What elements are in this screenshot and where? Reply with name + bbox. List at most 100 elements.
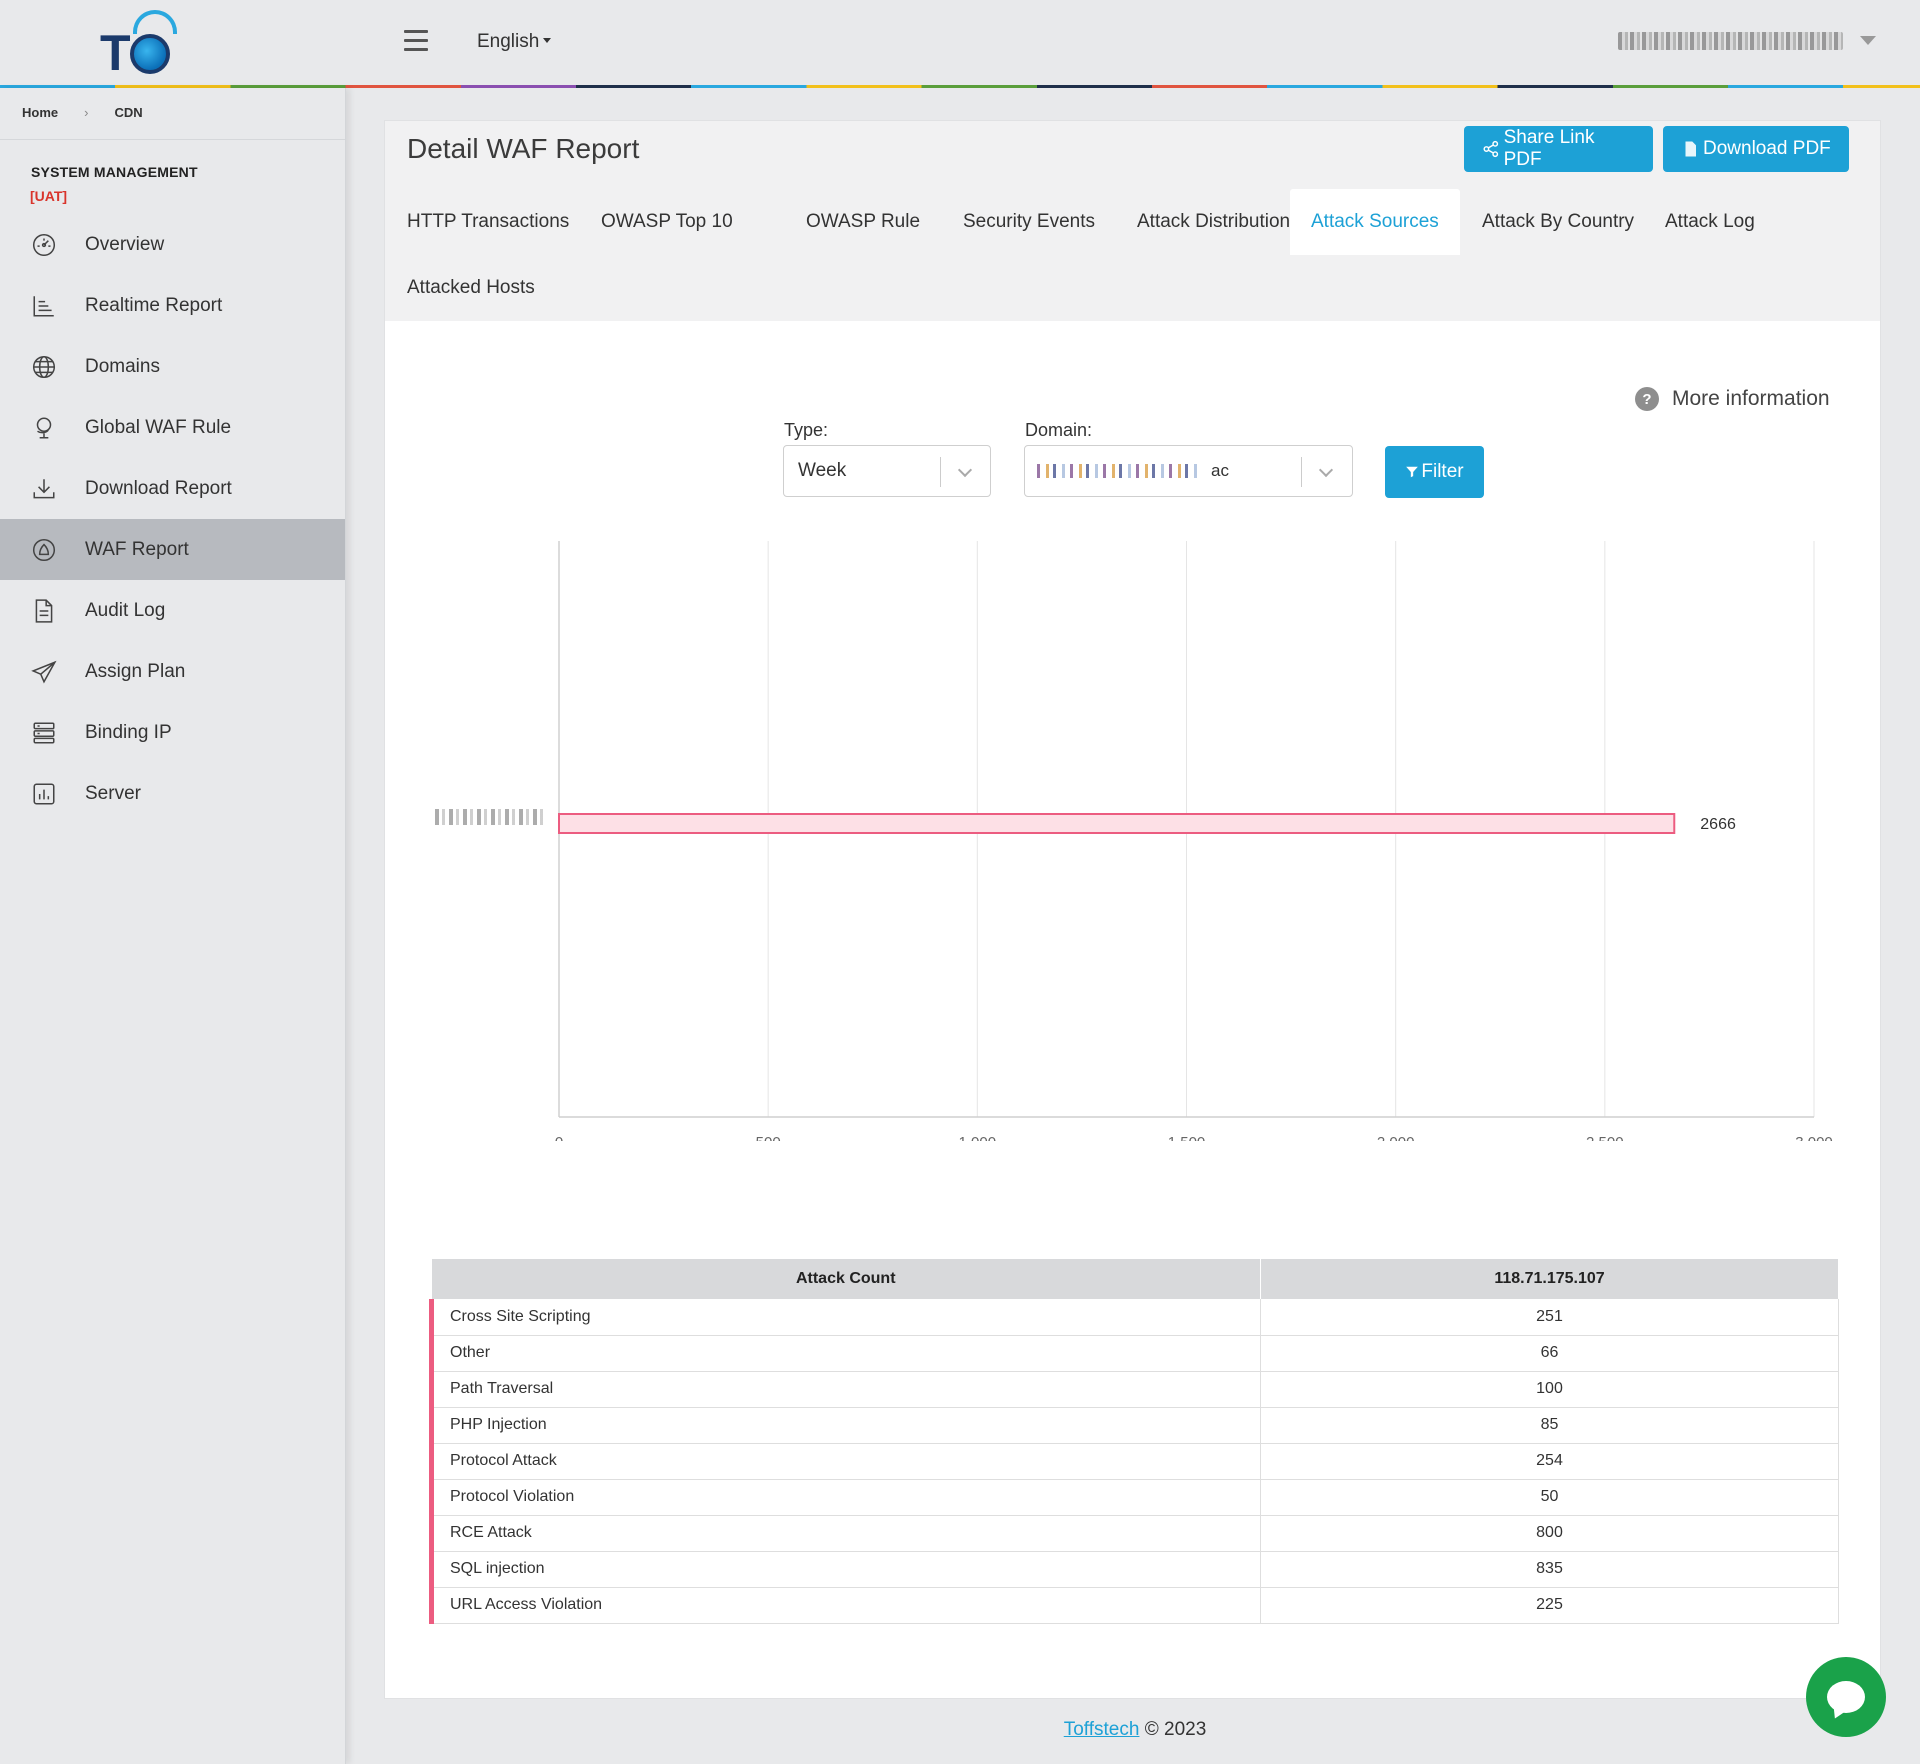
tab-http-transactions[interactable]: HTTP Transactions bbox=[386, 189, 590, 255]
chat-widget-button[interactable] bbox=[1806, 1657, 1886, 1737]
attack-count-cell: 254 bbox=[1260, 1443, 1839, 1480]
question-icon: ? bbox=[1635, 387, 1659, 411]
breadcrumb: Home › CDN bbox=[0, 88, 345, 140]
globe-stand-icon bbox=[30, 414, 58, 442]
panel-header: Detail WAF Report Share Link PDF Downloa… bbox=[385, 121, 1880, 321]
sidebar-item-label: Audit Log bbox=[85, 599, 166, 621]
sidebar-item-label: Overview bbox=[85, 233, 165, 255]
pdf-file-icon bbox=[1685, 141, 1696, 157]
server-rack-icon bbox=[30, 719, 58, 747]
attack-type-cell: PHP Injection bbox=[429, 1407, 1261, 1444]
x-tick-label: 0 bbox=[555, 1134, 563, 1141]
language-dropdown[interactable]: English bbox=[477, 31, 552, 53]
document-icon bbox=[30, 597, 58, 625]
sidebar-item-domains[interactable]: Domains bbox=[0, 336, 345, 397]
sidebar-item-realtime-report[interactable]: Realtime Report bbox=[0, 275, 345, 336]
attack-type-cell: Protocol Attack bbox=[429, 1443, 1261, 1480]
tab-attack-distribution[interactable]: Attack Distribution bbox=[1116, 189, 1311, 255]
sidebar-item-global-waf-rule[interactable]: Global WAF Rule bbox=[0, 397, 345, 458]
section-title: SYSTEM MANAGEMENT bbox=[31, 164, 198, 180]
x-tick-label: 2.000 bbox=[1377, 1134, 1415, 1141]
top-header: TFFS English bbox=[0, 0, 1920, 139]
filter-button[interactable]: Filter bbox=[1385, 446, 1484, 498]
attack-count-table: Attack Count 118.71.175.107 Cross Site S… bbox=[429, 1259, 1839, 1624]
tab-attack-log[interactable]: Attack Log bbox=[1644, 189, 1776, 255]
report-panel: Detail WAF Report Share Link PDF Downloa… bbox=[384, 120, 1881, 1699]
tab-attacked-hosts[interactable]: Attacked Hosts bbox=[386, 255, 556, 321]
tab-attack-by-country[interactable]: Attack By Country bbox=[1461, 189, 1655, 255]
sidebar-item-label: Binding IP bbox=[85, 721, 172, 743]
x-tick-label: 3.000 bbox=[1795, 1134, 1833, 1141]
domain-value-tail: ac bbox=[1211, 461, 1229, 480]
paper-plane-icon bbox=[30, 658, 58, 686]
chart-box-icon bbox=[30, 780, 58, 808]
funnel-icon bbox=[1406, 466, 1419, 478]
sidebar: Home › CDN SYSTEM MANAGEMENT [UAT] Overvie… bbox=[0, 88, 346, 1764]
share-icon bbox=[1483, 140, 1499, 158]
attack-count-cell: 85 bbox=[1260, 1407, 1839, 1444]
download-pdf-button[interactable]: Download PDF bbox=[1663, 126, 1849, 172]
share-link-pdf-label: Share Link PDF bbox=[1503, 127, 1595, 170]
table-row: Protocol Violation 50 bbox=[429, 1479, 1839, 1516]
attack-count-cell: 835 bbox=[1260, 1551, 1839, 1588]
x-tick-label: 1.500 bbox=[1168, 1134, 1206, 1141]
chat-bubble-icon bbox=[1827, 1681, 1865, 1713]
x-tick-label: 1.000 bbox=[959, 1134, 997, 1141]
chevron-down-icon bbox=[957, 462, 973, 478]
table-row: URL Access Violation 225 bbox=[429, 1587, 1839, 1624]
env-badge: [UAT] bbox=[30, 188, 68, 204]
share-link-pdf-button[interactable]: Share Link PDF bbox=[1464, 126, 1653, 172]
breadcrumb-home[interactable]: Home bbox=[22, 105, 58, 120]
breadcrumb-chevron-icon: › bbox=[84, 105, 89, 120]
x-tick-label: 2.500 bbox=[1586, 1134, 1624, 1141]
footer-copyright: © 2023 bbox=[1144, 1719, 1207, 1740]
language-label: English bbox=[477, 31, 540, 52]
attack-count-cell: 800 bbox=[1260, 1515, 1839, 1552]
sidebar-item-label: Global WAF Rule bbox=[85, 416, 232, 438]
sidebar-item-label: Domains bbox=[85, 355, 160, 377]
download-icon bbox=[30, 475, 58, 503]
sidebar-item-server[interactable]: Server bbox=[0, 763, 345, 824]
footer-toffstech-link[interactable]: Toffstech bbox=[1064, 1719, 1140, 1740]
table-header-row: Attack Count 118.71.175.107 bbox=[431, 1259, 1839, 1299]
hamburger-menu-icon[interactable] bbox=[404, 30, 428, 52]
attack-type-cell: SQL injection bbox=[429, 1551, 1261, 1588]
type-select[interactable]: Week bbox=[783, 445, 991, 497]
user-menu[interactable] bbox=[1618, 32, 1843, 52]
caret-down-icon bbox=[543, 38, 552, 43]
sidebar-item-assign-plan[interactable]: Assign Plan bbox=[0, 641, 345, 702]
tab-attack-sources[interactable]: Attack Sources bbox=[1290, 189, 1460, 255]
page-title: Detail WAF Report bbox=[407, 133, 640, 164]
sidebar-item-label: Download Report bbox=[85, 477, 232, 499]
breadcrumb-cdn[interactable]: CDN bbox=[114, 105, 142, 120]
gauge-icon bbox=[30, 231, 58, 259]
more-information-label: More information bbox=[1672, 387, 1830, 410]
toffs-logo[interactable]: TFFS bbox=[100, 10, 250, 139]
sidebar-item-download-report[interactable]: Download Report bbox=[0, 458, 345, 519]
more-information-link[interactable]: ? More information bbox=[1635, 387, 1830, 411]
sidebar-item-waf-report[interactable]: WAF Report bbox=[0, 519, 345, 580]
table-row: SQL injection 835 bbox=[429, 1551, 1839, 1588]
x-tick-label: 500 bbox=[756, 1134, 781, 1141]
attack-count-cell: 225 bbox=[1260, 1587, 1839, 1624]
table-row: Protocol Attack 254 bbox=[429, 1443, 1839, 1480]
table-row: PHP Injection 85 bbox=[429, 1407, 1839, 1444]
download-pdf-label: Download PDF bbox=[1703, 138, 1831, 159]
attack-type-cell: URL Access Violation bbox=[429, 1587, 1261, 1624]
tab-security-events[interactable]: Security Events bbox=[942, 189, 1116, 255]
attack-count-cell: 50 bbox=[1260, 1479, 1839, 1516]
attack-type-cell: RCE Attack bbox=[429, 1515, 1261, 1552]
domain-select[interactable]: ac bbox=[1024, 445, 1353, 497]
sidebar-item-binding-ip[interactable]: Binding IP bbox=[0, 702, 345, 763]
tab-owasp-top-10[interactable]: OWASP Top 10 bbox=[580, 189, 754, 255]
sidebar-item-audit-log[interactable]: Audit Log bbox=[0, 580, 345, 641]
sidebar-nav: Overview Realtime Report Domains Global … bbox=[0, 214, 345, 824]
tab-owasp-rule[interactable]: OWASP Rule bbox=[785, 189, 941, 255]
user-caret-down-icon[interactable] bbox=[1860, 36, 1876, 45]
sidebar-item-overview[interactable]: Overview bbox=[0, 214, 345, 275]
user-name-redacted bbox=[1618, 32, 1843, 50]
logo-o-globe bbox=[129, 34, 170, 74]
filter-button-label: Filter bbox=[1421, 461, 1464, 482]
attack-type-cell: Cross Site Scripting bbox=[429, 1299, 1261, 1336]
table-row: Cross Site Scripting 251 bbox=[429, 1299, 1839, 1336]
